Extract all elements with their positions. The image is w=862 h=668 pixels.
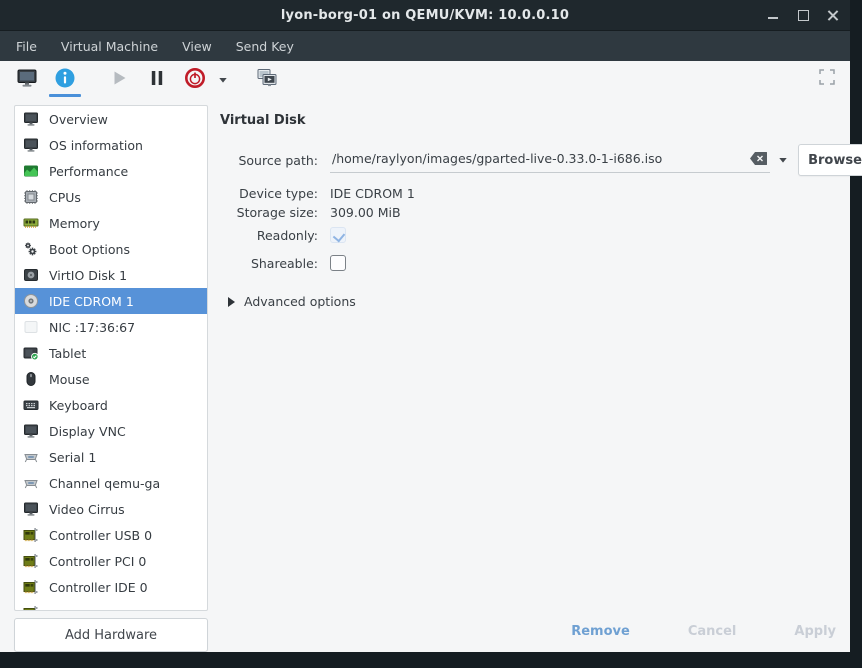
run-button[interactable] [100,63,138,97]
monitor-icon [23,137,39,153]
serial-port-icon [23,449,39,465]
panel-title: Virtual Disk [220,113,862,128]
fullscreen-button[interactable] [816,68,838,90]
device-type-value: IDE CDROM 1 [330,186,415,201]
controller-card-icon [23,553,39,569]
source-path-value: /home/raylyon/images/gparted-live-0.33.0… [332,151,745,166]
storage-size-label: Storage size: [220,205,318,220]
sidebar-item-virtio-disk-1[interactable]: VirtIO Disk 1 [15,262,207,288]
window-title: lyon-borg-01 on QEMU/KVM: 10.0.0.10 [0,8,850,23]
show-console-button[interactable] [8,63,46,97]
menu-send-key[interactable]: Send Key [224,33,306,60]
pause-button[interactable] [138,63,176,97]
sidebar-item-ide-cdrom-1[interactable]: IDE CDROM 1 [15,288,207,314]
expander-arrow-icon [228,297,235,307]
memory-icon [23,215,39,231]
vm-details-info-icon [54,67,76,93]
shutdown-menu-caret-icon [218,70,228,89]
vm-details-window: lyon-borg-01 on QEMU/KVM: 10.0.0.10 File… [0,0,850,652]
titlebar: lyon-borg-01 on QEMU/KVM: 10.0.0.10 [0,0,850,31]
mouse-icon [23,371,39,387]
performance-chart-icon [23,163,39,179]
toolbar [0,61,850,98]
sidebar-item-cpus[interactable]: CPUs [15,184,207,210]
network-card-icon [23,319,39,335]
sidebar-item-video-cirrus[interactable]: Video Cirrus [15,496,207,522]
monitor-icon [23,423,39,439]
sidebar-item-controller-pci-0[interactable]: Controller PCI 0 [15,548,207,574]
menu-file[interactable]: File [4,33,49,60]
add-hardware-button[interactable]: Add Hardware [14,618,208,652]
close-button[interactable] [826,8,840,22]
monitor-icon [23,501,39,517]
sidebar-item-serial-1[interactable]: Serial 1 [15,444,207,470]
sidebar-item-channel-qemu-ga[interactable]: Channel qemu-ga [15,470,207,496]
sidebar-item-performance[interactable]: Performance [15,158,207,184]
maximize-button[interactable] [796,8,810,22]
controller-card-icon [23,579,39,595]
chevron-down-icon[interactable] [778,155,788,165]
shutdown-power-icon [184,67,206,93]
advanced-options-label: Advanced options [244,294,356,309]
sidebar-item-display-vnc[interactable]: Display VNC [15,418,207,444]
storage-size-value: 309.00 MiB [330,205,401,220]
keyboard-icon [23,397,39,413]
cpu-icon [23,189,39,205]
serial-port-icon [23,475,39,491]
menu-virtual-machine[interactable]: Virtual Machine [49,33,170,60]
virtual-disk-panel: Virtual Disk Source path: /home/raylyon/… [208,98,862,653]
tablet-icon [23,345,39,361]
device-type-label: Device type: [220,186,318,201]
menu-view[interactable]: View [170,33,224,60]
source-path-label: Source path: [220,153,318,168]
shutdown-menu-button[interactable] [214,63,232,97]
browse-button[interactable]: Browse [798,144,862,176]
apply-button[interactable]: Apply [788,620,842,643]
console-monitor-icon [16,67,38,93]
maximize-icon [798,10,809,21]
gears-icon [23,241,39,257]
shutdown-button[interactable] [176,63,214,97]
minimize-button[interactable] [766,8,780,22]
sidebar-item-mouse[interactable]: Mouse [15,366,207,392]
disk-icon [23,267,39,283]
hardware-list: Overview OS information Performance CPUs… [14,105,208,611]
snapshots-icon [256,67,278,93]
cdrom-disc-icon [23,293,39,309]
sidebar-item-controller-ide-0[interactable]: Controller IDE 0 [15,574,207,600]
readonly-checkbox [330,227,346,243]
sidebar-item-memory[interactable]: Memory [15,210,207,236]
snapshots-button[interactable] [248,63,286,97]
pause-icon [146,67,168,93]
clear-backspace-icon[interactable] [749,151,768,166]
source-path-input[interactable]: /home/raylyon/images/gparted-live-0.33.0… [330,147,770,173]
show-details-button[interactable] [46,63,84,97]
minimize-icon [768,17,778,19]
hardware-sidebar: Overview OS information Performance CPUs… [14,98,208,653]
action-bar: Remove Cancel Apply [565,620,842,643]
menubar: File Virtual Machine View Send Key [0,31,850,61]
sidebar-item-overview[interactable]: Overview [15,106,207,132]
sidebar-item-os-information[interactable]: OS information [15,132,207,158]
sidebar-item-keyboard[interactable]: Keyboard [15,392,207,418]
cancel-button[interactable]: Cancel [682,620,743,643]
monitor-icon [23,111,39,127]
remove-button[interactable]: Remove [565,620,636,643]
close-icon [827,9,839,21]
sidebar-item-nic[interactable]: NIC :17:36:67 [15,314,207,340]
sidebar-item-partial[interactable] [15,600,207,611]
shareable-label: Shareable: [220,256,318,271]
sidebar-item-controller-usb-0[interactable]: Controller USB 0 [15,522,207,548]
controller-card-icon [23,605,39,611]
sidebar-item-tablet[interactable]: Tablet [15,340,207,366]
controller-card-icon [23,527,39,543]
fullscreen-icon [819,69,835,89]
advanced-options-expander[interactable]: Advanced options [220,294,862,309]
shareable-checkbox[interactable] [330,255,346,271]
run-play-icon [108,67,130,93]
readonly-label: Readonly: [220,228,318,243]
sidebar-item-boot-options[interactable]: Boot Options [15,236,207,262]
